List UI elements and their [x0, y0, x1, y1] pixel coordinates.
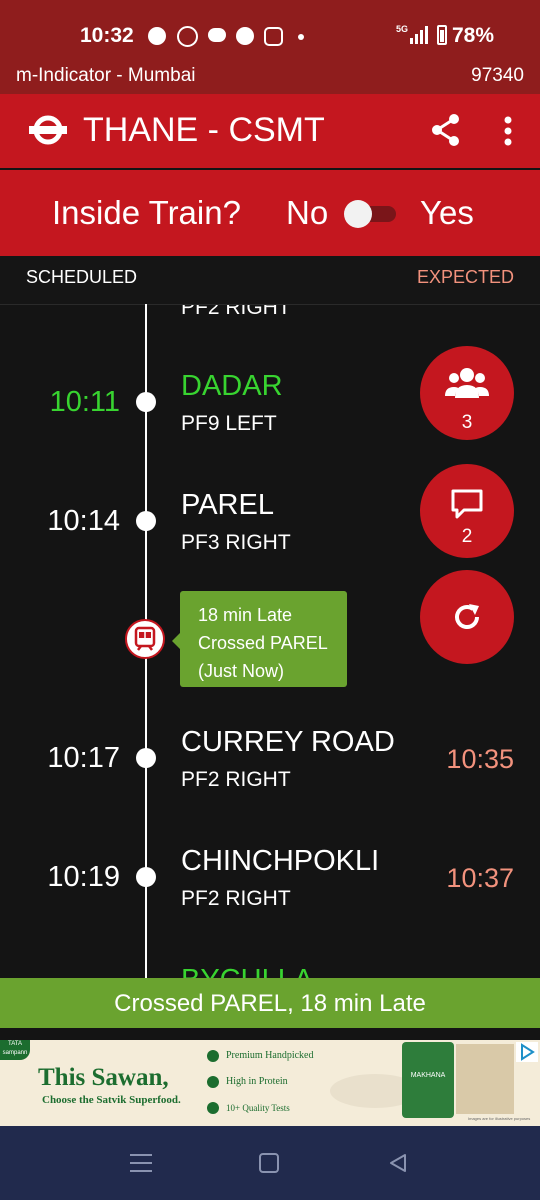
station-dot	[136, 748, 156, 768]
product-name: MAKHANA	[410, 1072, 446, 1079]
crowd-count: 3	[461, 412, 473, 433]
station-name: BYCULLA	[181, 964, 313, 978]
ad-feature: High in Protein	[226, 1076, 288, 1087]
scheduled-time: 10:17	[47, 742, 120, 774]
inside-train-toggle[interactable]	[344, 200, 398, 228]
train-icon	[125, 619, 165, 659]
app-id: 97340	[471, 65, 524, 86]
station-row[interactable]: 10:11 DADAR PF9 LEFT	[0, 362, 420, 442]
more-notifications-icon	[298, 34, 304, 40]
ad-banner[interactable]: TATA sampann This Sawan, Choose the Satv…	[0, 1040, 540, 1126]
navigation-bar	[0, 1126, 540, 1200]
kitchen-scene-image	[456, 1044, 514, 1114]
inside-train-label: Inside Train?	[52, 194, 241, 231]
scheduled-time: 10:14	[47, 505, 120, 537]
station-platform: PF2 RIGHT	[181, 305, 291, 319]
expected-time: 10:35	[446, 744, 514, 774]
station-dot	[136, 511, 156, 531]
inside-train-bar: Inside Train? No Yes	[0, 170, 540, 256]
ad-subline: Choose the Satvik Superfood.	[42, 1094, 181, 1106]
scheduled-time: 10:19	[47, 861, 120, 893]
station-platform: PF2 RIGHT	[181, 768, 291, 791]
chat-button[interactable]: 2	[420, 464, 514, 558]
whatsapp-icon	[177, 26, 198, 47]
battery-level: 78%	[452, 24, 495, 47]
station-name: DADAR	[181, 370, 283, 402]
brand-logo: TATA sampann	[0, 1040, 30, 1060]
station-platform: PF2 RIGHT	[181, 887, 291, 910]
recent-apps-icon[interactable]	[130, 1153, 152, 1173]
more-options-icon[interactable]	[502, 114, 514, 148]
station-name: PAREL	[181, 489, 274, 521]
station-name: CURREY ROAD	[181, 726, 395, 758]
network-type: 5G	[396, 24, 409, 34]
app-info-bar: m-Indicator - Mumbai 97340	[0, 62, 540, 94]
scheduled-header: SCHEDULED	[26, 267, 138, 287]
ad-choices-icon[interactable]	[516, 1042, 538, 1062]
station-row[interactable]: 10:17 CURREY ROAD PF2 RIGHT 10:35	[0, 718, 540, 798]
home-icon[interactable]	[259, 1153, 279, 1173]
instagram-icon	[264, 27, 283, 46]
chat-bubble-icon	[208, 28, 226, 42]
quality-icon	[207, 1102, 219, 1114]
crowd-button[interactable]: 3	[420, 346, 514, 440]
station-platform: PF9 LEFT	[181, 412, 277, 435]
ad-feature: Premium Handpicked	[226, 1050, 314, 1061]
status-bar: 10:32 5G 78%	[0, 0, 540, 62]
time-ago-text: (Just Now)	[198, 661, 285, 681]
product-pack-image: MAKHANA	[402, 1042, 454, 1118]
ad-headline: This Sawan,	[38, 1064, 169, 1091]
leaf-icon	[207, 1050, 219, 1062]
ad-disclaimer: Images are for illustrative purposes	[468, 1116, 531, 1121]
refresh-button[interactable]	[420, 570, 514, 664]
expected-time: 10:37	[446, 863, 514, 893]
battery-icon	[437, 25, 447, 45]
column-headers: SCHEDULED EXPECTED	[0, 256, 540, 305]
train-status-tooltip: 18 min Late Crossed PAREL (Just Now)	[180, 591, 347, 687]
no-label: No	[286, 194, 329, 231]
station-platform: PF3 RIGHT	[181, 531, 291, 554]
station-row[interactable]: 10:19 CHINCHPOKLI PF2 RIGHT 10:37	[0, 837, 540, 917]
status-banner: Crossed PAREL, 18 min Late	[0, 978, 540, 1028]
station-dot	[136, 867, 156, 887]
yes-label: Yes	[420, 194, 474, 231]
banner-text: Crossed PAREL, 18 min Late	[114, 990, 426, 1017]
crossed-text: Crossed PAREL	[198, 633, 328, 653]
app-name: m-Indicator - Mumbai	[16, 65, 196, 86]
delay-text: 18 min Late	[198, 605, 293, 625]
share-icon[interactable]	[428, 112, 464, 148]
ad-feature: 10+ Quality Tests	[226, 1103, 290, 1113]
messenger-icon	[236, 27, 254, 45]
toolbar: THANE - CSMT	[0, 94, 540, 168]
route-title: THANE - CSMT	[83, 111, 325, 149]
expected-header: EXPECTED	[416, 267, 514, 287]
chat-count: 2	[461, 526, 473, 547]
station-dot	[136, 392, 156, 412]
facebook-icon	[148, 27, 166, 45]
partial-top-row: PF2 RIGHT	[0, 305, 540, 321]
station-name: CHINCHPOKLI	[181, 845, 380, 877]
metro-logo-icon	[28, 115, 68, 145]
partial-bottom-row: BYCULLA	[0, 962, 540, 978]
back-icon[interactable]	[387, 1153, 409, 1173]
clock: 10:32	[80, 24, 134, 47]
protein-icon	[207, 1076, 219, 1088]
scheduled-time: 10:11	[49, 386, 120, 418]
station-row[interactable]: 10:14 PAREL PF3 RIGHT	[0, 481, 420, 561]
signal-icon	[410, 26, 432, 46]
